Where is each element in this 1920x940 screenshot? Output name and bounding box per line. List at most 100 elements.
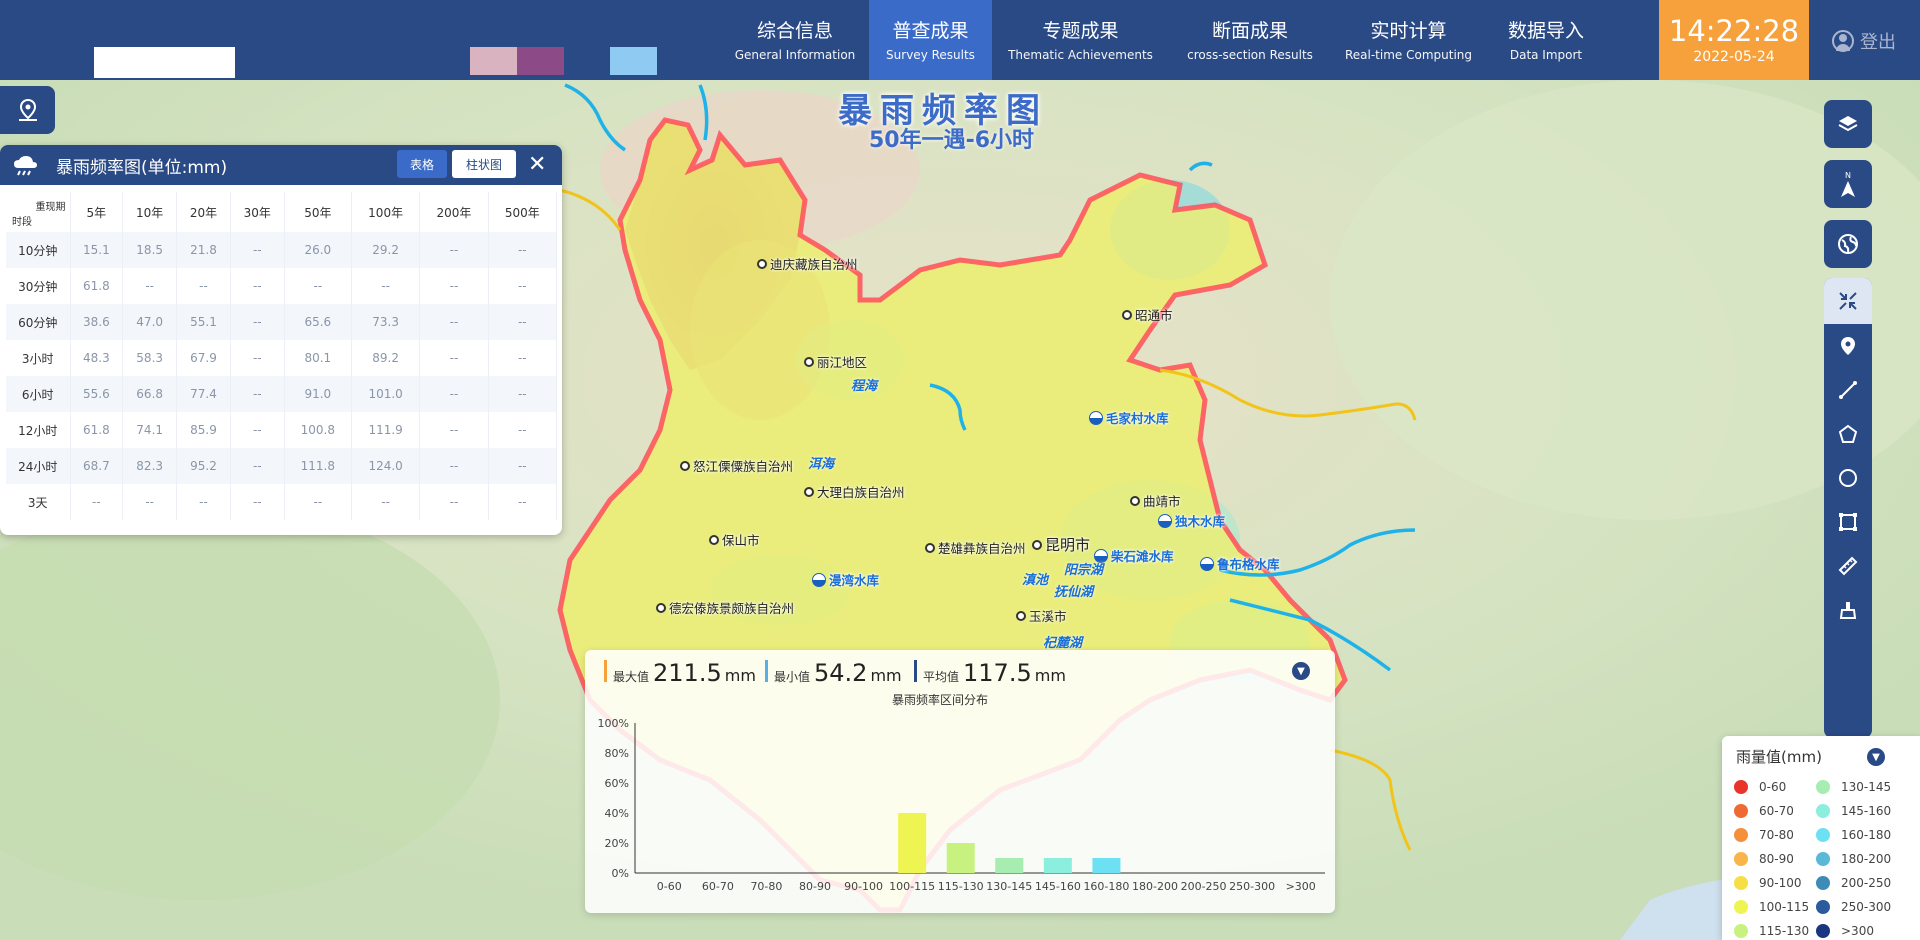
legend-item: >300 bbox=[1816, 924, 1874, 938]
clear-tool-button[interactable] bbox=[1824, 588, 1872, 632]
city-name: 昆明市 bbox=[1045, 536, 1091, 554]
table-cell: 80.1 bbox=[284, 340, 352, 376]
nav-label-en: Real-time Computing bbox=[1344, 47, 1473, 62]
layers-button[interactable] bbox=[1824, 100, 1872, 148]
close-icon[interactable]: ✕ bbox=[528, 152, 546, 177]
circle-tool-button[interactable] bbox=[1824, 456, 1872, 500]
compass-button[interactable]: N bbox=[1824, 160, 1872, 208]
toolbar-group-tools bbox=[1824, 278, 1872, 738]
city-label[interactable]: 曲靖市 bbox=[1130, 491, 1181, 510]
city-label[interactable]: 德宏傣族景颇族自治州 bbox=[656, 598, 794, 617]
table-cell: 29.2 bbox=[351, 232, 421, 268]
reservoir-label[interactable]: 毛家村水库 bbox=[1089, 408, 1169, 427]
legend-swatch bbox=[1816, 828, 1830, 842]
bar-100-115 bbox=[898, 813, 927, 873]
table-row: 3小时 48.3 58.3 67.9 -- 80.1 89.2 -- -- bbox=[6, 340, 558, 376]
map-subtitle: 50年一遇-6小时 bbox=[869, 128, 1035, 153]
nav-cross-section-results[interactable]: 断面成果 cross-section Results bbox=[1169, 0, 1331, 80]
clock-time: 14:22:28 bbox=[1668, 14, 1800, 48]
nav-real-time-computing[interactable]: 实时计算 Real-time Computing bbox=[1331, 0, 1486, 80]
reservoir-label[interactable]: 漫湾水库 bbox=[812, 570, 879, 589]
bar-160-180 bbox=[1092, 858, 1121, 873]
city-label[interactable]: 玉溪市 bbox=[1016, 606, 1067, 625]
city-label[interactable]: 昭通市 bbox=[1122, 305, 1173, 324]
tab-table[interactable]: 表格 bbox=[397, 150, 447, 178]
polygon-tool-button[interactable] bbox=[1824, 412, 1872, 456]
nav-label-en: General Information bbox=[734, 47, 856, 62]
bar-145-160 bbox=[1043, 858, 1072, 873]
city-label[interactable]: 大理白族自治州 bbox=[804, 482, 905, 501]
column-header: 500年 bbox=[488, 192, 558, 232]
nav-general-information[interactable]: 综合信息 General Information bbox=[721, 0, 869, 80]
city-point-icon bbox=[1032, 539, 1042, 550]
reservoir-label[interactable]: 柴石滩水库 bbox=[1094, 546, 1174, 565]
x-tick-label: 80-90 bbox=[799, 880, 831, 893]
nav-survey-results[interactable]: 普查成果 Survey Results bbox=[869, 0, 992, 80]
nav-thematic-achievements[interactable]: 专题成果 Thematic Achievements bbox=[992, 0, 1169, 80]
reservoir-label[interactable]: 鲁布格水库 bbox=[1200, 554, 1280, 573]
fullscreen-exit-button[interactable] bbox=[1824, 278, 1872, 324]
table-cell: -- bbox=[230, 412, 285, 448]
stats-collapse-button[interactable]: ▼ bbox=[1292, 662, 1310, 680]
x-tick-label: 100-115 bbox=[889, 880, 935, 893]
logout-button[interactable]: 登出 bbox=[1832, 28, 1896, 54]
location-pin-icon bbox=[18, 98, 37, 121]
line-tool-button[interactable] bbox=[1824, 368, 1872, 412]
city-label[interactable]: 迪庆藏族自治州 bbox=[757, 254, 858, 273]
city-point-icon bbox=[656, 602, 666, 613]
measure-tool-button[interactable] bbox=[1824, 544, 1872, 588]
toolbar-group-globe bbox=[1824, 220, 1872, 268]
reservoir-label[interactable]: 独木水库 bbox=[1158, 511, 1225, 530]
legend-item: 130-145 bbox=[1816, 780, 1891, 794]
globe-button[interactable] bbox=[1824, 220, 1872, 268]
legend-toggle-button[interactable]: ▼ bbox=[1867, 748, 1885, 766]
legend-item: 100-115 bbox=[1734, 900, 1809, 914]
legend-swatch bbox=[1734, 852, 1748, 866]
city-label[interactable]: 昆明市 bbox=[1032, 534, 1090, 555]
tab-bar-chart[interactable]: 柱状图 bbox=[452, 150, 516, 178]
city-label[interactable]: 怒江傈僳族自治州 bbox=[680, 456, 793, 475]
legend-item: 90-100 bbox=[1734, 876, 1802, 890]
chevron-down-icon: ▼ bbox=[1872, 751, 1880, 763]
reservoir-name: 独木水库 bbox=[1175, 514, 1226, 529]
clear-icon bbox=[1839, 602, 1857, 619]
chevron-down-icon: ▼ bbox=[1297, 665, 1305, 677]
stat-avg-bar bbox=[914, 660, 917, 682]
city-name: 丽江地区 bbox=[817, 355, 868, 370]
legend-label: 200-250 bbox=[1841, 876, 1892, 890]
legend-label: 180-200 bbox=[1841, 852, 1892, 866]
table-cell: 58.3 bbox=[122, 340, 178, 376]
location-button[interactable] bbox=[0, 86, 55, 134]
table-cell: 67.9 bbox=[176, 340, 231, 376]
nav-label-cn: 实时计算 bbox=[1370, 19, 1447, 42]
user-icon bbox=[1832, 30, 1854, 52]
layers-icon bbox=[1838, 116, 1858, 132]
table-cell: 55.6 bbox=[70, 376, 124, 412]
nav-data-import[interactable]: 数据导入 Data Import bbox=[1486, 0, 1606, 80]
table-cell: 38.6 bbox=[70, 304, 124, 340]
rectangle-icon bbox=[1839, 513, 1857, 531]
reservoir-name: 毛家村水库 bbox=[1106, 411, 1169, 426]
stat-min: 最小值 54.2 mm bbox=[765, 659, 902, 687]
y-tick-label: 80% bbox=[605, 747, 629, 760]
rectangle-tool-button[interactable] bbox=[1824, 500, 1872, 544]
row-label: 6小时 bbox=[6, 376, 71, 412]
row-label: 3小时 bbox=[6, 340, 71, 376]
table-cell: -- bbox=[122, 268, 178, 304]
city-label[interactable]: 保山市 bbox=[709, 530, 760, 549]
table-cell: 18.5 bbox=[122, 232, 178, 268]
city-label[interactable]: 丽江地区 bbox=[804, 352, 867, 371]
header-swatch-3 bbox=[610, 47, 657, 75]
city-label[interactable]: 楚雄彝族自治州 bbox=[925, 538, 1026, 557]
legend-label: 90-100 bbox=[1759, 876, 1802, 890]
legend-item: 250-300 bbox=[1816, 900, 1891, 914]
legend-label: 80-90 bbox=[1759, 852, 1794, 866]
table-cell: -- bbox=[488, 304, 558, 340]
rain-cloud-icon bbox=[14, 156, 37, 176]
y-tick-label: 20% bbox=[605, 837, 629, 850]
table-cell: 65.6 bbox=[284, 304, 352, 340]
point-tool-button[interactable] bbox=[1824, 324, 1872, 368]
legend-swatch bbox=[1816, 900, 1830, 914]
table-cell: -- bbox=[419, 340, 489, 376]
legend-swatch bbox=[1816, 924, 1830, 938]
